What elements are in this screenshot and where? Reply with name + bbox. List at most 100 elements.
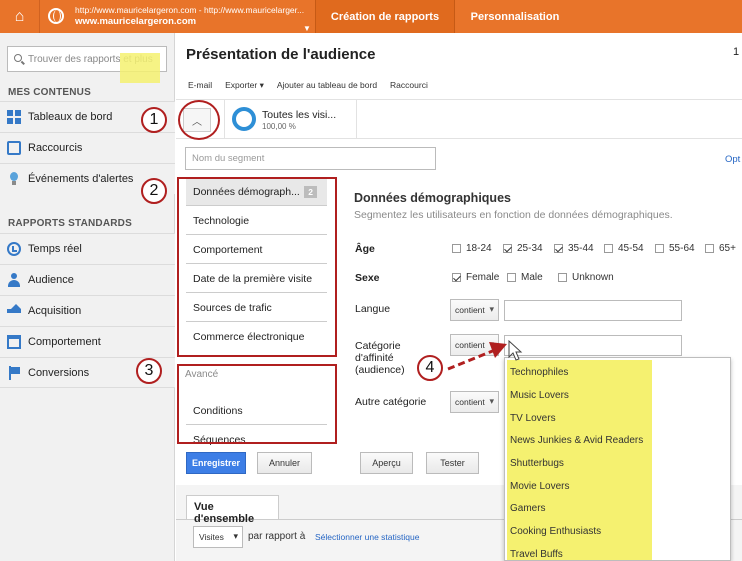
home-icon[interactable]: ⌂	[0, 0, 40, 33]
affinity-input[interactable]	[504, 335, 682, 356]
sidebar-item-label: Raccourcis	[28, 142, 83, 154]
top-bar: ⌂ http://www.mauricelargeron.com - http:…	[0, 0, 742, 33]
clock-icon	[7, 242, 21, 256]
tab-reporting[interactable]: Création de rapports	[315, 0, 455, 33]
option-label: Male	[521, 272, 543, 283]
checkbox[interactable]	[655, 244, 664, 253]
sidebar-item-acquisition[interactable]: Acquisition	[0, 295, 175, 326]
checkbox[interactable]	[452, 244, 461, 253]
add-to-dashboard-action[interactable]: Ajouter au tableau de bord	[277, 80, 377, 91]
sex-option-unknown[interactable]: Unknown	[558, 272, 614, 283]
sidebar-item-label: Acquisition	[28, 305, 82, 317]
section-my-content: MES CONTENUS	[8, 87, 91, 98]
sidebar-item-shortcuts[interactable]: Raccourcis	[0, 132, 175, 163]
segment-name-input[interactable]: Nom du segment	[185, 147, 436, 170]
sidebar-item-label: Comportement	[28, 336, 101, 348]
annotation-number-4: 4	[417, 355, 443, 381]
email-action[interactable]: E-mail	[188, 80, 212, 91]
annotation-box	[177, 364, 337, 444]
option-label: 65+	[719, 243, 736, 254]
sidebar-item-label: Temps réel	[28, 243, 82, 255]
highlight-marker	[120, 53, 160, 83]
suggestion-item[interactable]: Gamers	[510, 503, 546, 514]
language-label: Langue	[355, 303, 391, 315]
checkbox[interactable]	[554, 244, 563, 253]
age-option-45-54[interactable]: 45-54	[604, 243, 644, 254]
sex-label: Sexe	[355, 272, 380, 284]
sidebar-item-label: Tableaux de bord	[28, 111, 113, 123]
select-stat-link[interactable]: Sélectionner une statistique	[315, 532, 419, 542]
property-selector[interactable]: http://www.mauricelargeron.com - http://…	[75, 5, 311, 33]
option-label: 25-34	[517, 243, 543, 254]
compare-text: par rapport à	[248, 531, 306, 542]
age-option-25-34[interactable]: 25-34	[503, 243, 543, 254]
suggestion-item[interactable]: News Junkies & Avid Readers	[510, 435, 643, 446]
window-icon	[7, 335, 21, 349]
people-icon	[7, 273, 21, 287]
page-title: Présentation de l'audience	[186, 46, 376, 63]
annotation-box	[177, 177, 337, 357]
dashboard-grid-icon	[7, 110, 21, 124]
affinity-label: Catégorie d'affinité (audience)	[355, 340, 405, 376]
option-label: 18-24	[466, 243, 492, 254]
checkbox[interactable]	[705, 244, 714, 253]
shortcut-action[interactable]: Raccourci	[390, 80, 428, 91]
preview-button[interactable]: Aperçu	[360, 452, 413, 474]
option-label: 45-54	[618, 243, 644, 254]
checkbox[interactable]	[452, 273, 461, 282]
segment-percent: 100,00 %	[262, 122, 296, 131]
segment-chip[interactable]: Toutes les visi... 100,00 %	[224, 100, 357, 139]
checkbox[interactable]	[503, 244, 512, 253]
cursor-arrow-icon	[508, 340, 523, 361]
segment-name: Toutes les visi...	[262, 109, 337, 121]
affinity-label-line: Catégorie	[355, 340, 401, 352]
acquisition-arrows-icon	[7, 304, 21, 318]
option-label: Female	[466, 272, 500, 283]
suggestion-item[interactable]: Shutterbugs	[510, 458, 564, 469]
age-option-35-44[interactable]: 35-44	[554, 243, 594, 254]
form-title: Données démographiques	[354, 191, 511, 205]
suggestion-item[interactable]: Movie Lovers	[510, 481, 569, 492]
checkbox[interactable]	[507, 273, 516, 282]
suggestion-item[interactable]: Travel Buffs	[510, 549, 563, 560]
sidebar-item-behavior[interactable]: Comportement	[0, 326, 175, 357]
sex-option-female[interactable]: Female	[452, 272, 499, 283]
language-operator-select[interactable]: contient	[450, 299, 499, 321]
annotation-number-1: 1	[141, 107, 167, 133]
suggestion-item[interactable]: Music Lovers	[510, 390, 569, 401]
suggestion-item[interactable]: Cooking Enthusiasts	[510, 526, 601, 537]
tab-customization[interactable]: Personnalisation	[456, 0, 574, 33]
test-button[interactable]: Tester	[426, 452, 479, 474]
age-option-18-24[interactable]: 18-24	[452, 243, 492, 254]
option-label: 35-44	[568, 243, 594, 254]
segment-bar: ︿ Toutes les visi... 100,00 %	[176, 99, 742, 139]
form-subtitle: Segmentez les utilisateurs en fonction d…	[354, 209, 673, 221]
cancel-button[interactable]: Annuler	[257, 452, 312, 474]
export-action[interactable]: Exporter ▾	[225, 80, 264, 91]
sidebar-item-realtime[interactable]: Temps réel	[0, 233, 175, 264]
suggestion-item[interactable]: Technophiles	[510, 367, 568, 378]
affinity-suggestions-dropdown: Technophiles Music Lovers TV Lovers News…	[504, 357, 731, 561]
checkbox[interactable]	[604, 244, 613, 253]
language-input[interactable]	[504, 300, 682, 321]
globe-icon	[48, 8, 64, 24]
sidebar-item-label: Conversions	[28, 366, 90, 379]
age-option-65-plus[interactable]: 65+	[705, 243, 736, 254]
property-url: http://www.mauricelargeron.com - http://…	[75, 5, 305, 15]
save-button[interactable]: Enregistrer	[186, 452, 246, 474]
shortcut-icon	[7, 141, 21, 155]
checkbox[interactable]	[558, 273, 567, 282]
options-link[interactable]: Opt	[725, 154, 740, 165]
annotation-number-3: 3	[136, 358, 162, 384]
sidebar-item-label: Audience	[28, 274, 74, 286]
flag-icon	[7, 365, 21, 380]
metric-select[interactable]: Visites	[193, 526, 243, 548]
age-option-55-64[interactable]: 55-64	[655, 243, 695, 254]
sidebar-item-audience[interactable]: Audience	[0, 264, 175, 295]
other-operator-select[interactable]: contient	[450, 391, 499, 413]
tab-overview[interactable]: Vue d'ensemble	[186, 495, 279, 525]
suggestion-item[interactable]: TV Lovers	[510, 413, 556, 424]
annotation-arrow-icon	[447, 342, 507, 371]
sex-option-male[interactable]: Male	[507, 272, 543, 283]
segment-ring-icon	[232, 107, 256, 131]
